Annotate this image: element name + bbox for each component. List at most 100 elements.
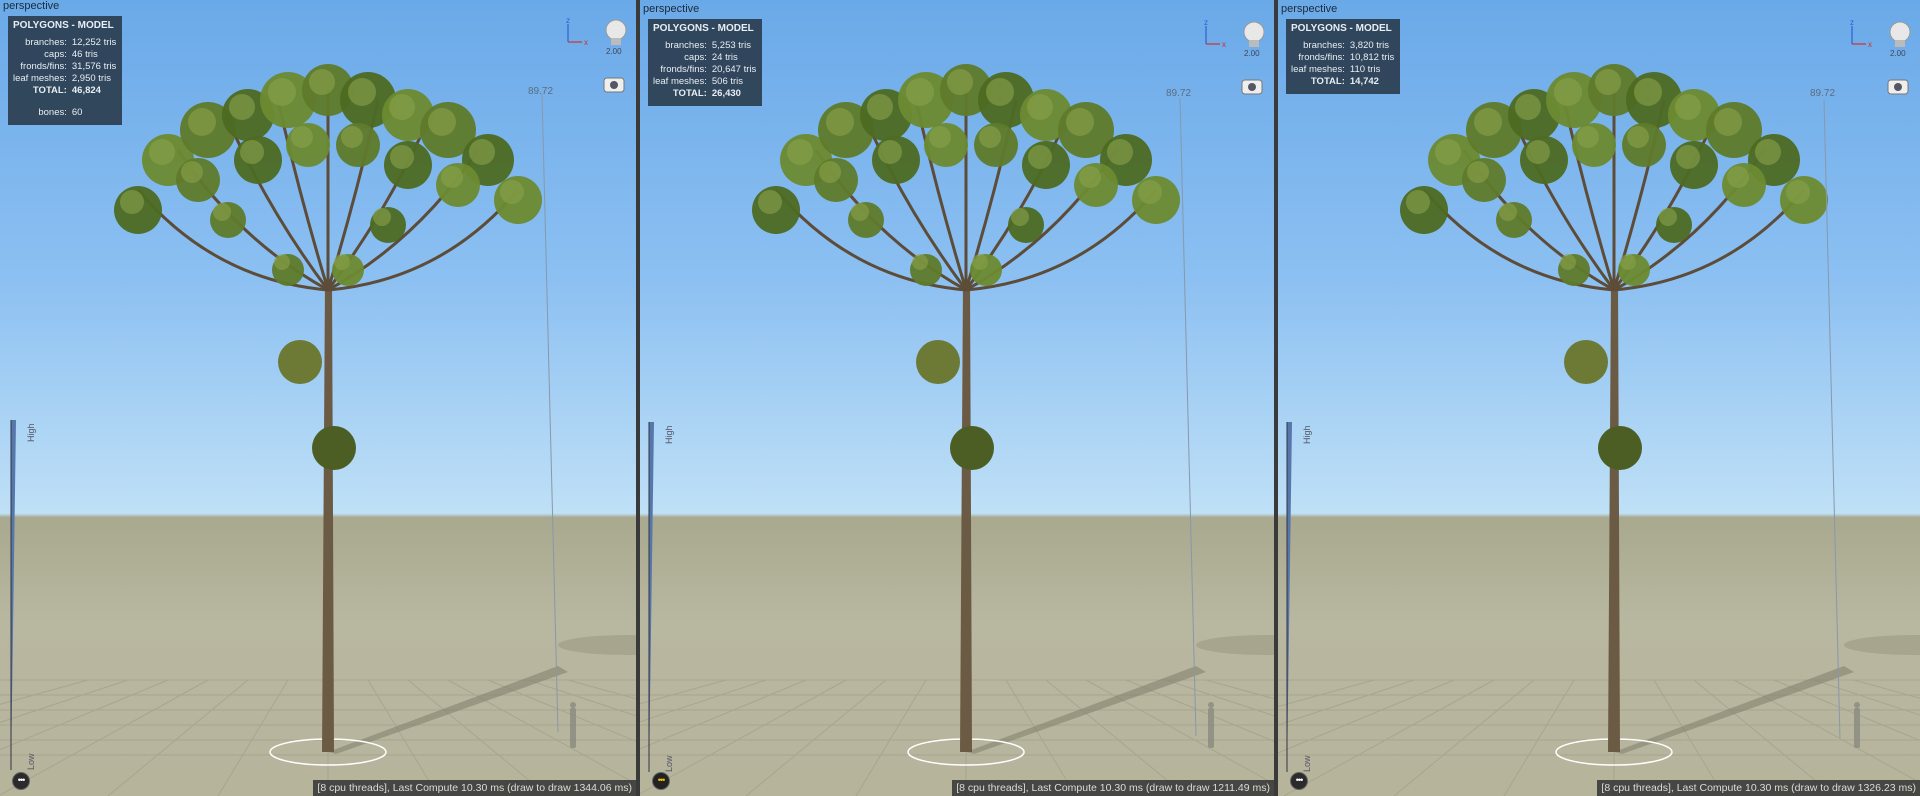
camera-icon[interactable] (600, 70, 630, 100)
stats-value: 12,252 tris (71, 37, 117, 48)
stats-label: TOTAL: (32, 85, 67, 96)
axis-z-label: z (1850, 20, 1854, 27)
stats-row-leaf-meshes: leaf meshes: 2,950 tris (13, 73, 116, 85)
height-ruler (1823, 99, 1841, 739)
stats-title: POLYGONS - MODEL (13, 20, 114, 31)
lower-foliage (1598, 426, 1642, 470)
lower-foliage (278, 340, 322, 384)
light-bulb-icon[interactable]: 2.00 (1236, 18, 1272, 58)
lod-low-label: Low (664, 755, 674, 772)
lower-foliage (1564, 340, 1608, 384)
viewport-title: perspective (3, 0, 60, 12)
stats-label: branches: (665, 40, 707, 51)
lower-foliage (312, 426, 356, 470)
stats-value: 60 (71, 107, 83, 118)
tree-trunk (1608, 280, 1620, 752)
height-ruler (541, 93, 559, 733)
axis-gizmo-icon: z x (1204, 20, 1226, 49)
viewport-title: perspective (1281, 3, 1338, 15)
stats-value: 10,812 tris (1349, 52, 1395, 63)
viewport-title: perspective (643, 3, 700, 15)
stats-label: caps: (44, 49, 67, 60)
scale-person (1208, 702, 1214, 748)
ruler-height-label: 89.72 (528, 86, 554, 97)
camera-icon[interactable] (1238, 72, 1268, 102)
lod-high-label: High (26, 423, 36, 442)
axis-z-label: z (1204, 20, 1208, 27)
stats-label: fronds/fins: (660, 64, 707, 75)
lod-low-label: Low (1302, 755, 1312, 772)
viewport-perspective-1[interactable]: perspective POLYGONS - MODEL branches: 12… (0, 0, 636, 796)
lod-slider[interactable] (1286, 422, 1302, 772)
ruler-height-label: 89.72 (1810, 88, 1836, 99)
stats-label: branches: (25, 37, 67, 48)
canopy-shadow (1196, 635, 1274, 655)
stats-title: POLYGONS - MODEL (653, 23, 754, 34)
axis-x-label: x (1222, 40, 1226, 49)
lod-slider[interactable] (10, 420, 26, 770)
scale-person (570, 702, 576, 748)
stats-row-fronds: fronds/fins: 20,647 tris (653, 64, 756, 76)
tree-trunk (960, 280, 972, 752)
axis-x-label: x (1868, 40, 1872, 49)
stats-row-caps: caps: 46 tris (13, 49, 116, 61)
stats-row-total: TOTAL: 14,742 (1291, 76, 1394, 88)
lod-slider[interactable] (648, 422, 664, 772)
stats-label: caps: (684, 52, 707, 63)
stats-value: 46,824 (71, 85, 101, 96)
polygon-stats-panel: POLYGONS - MODEL branches: 12,252 tris ca… (8, 16, 123, 125)
stats-row-total: TOTAL: 46,824 (13, 85, 116, 97)
stats-row-caps: caps: 24 tris (653, 52, 756, 64)
stats-row-fronds: fronds/fins: 31,576 tris (13, 61, 116, 73)
axis-x-label: x (584, 38, 588, 47)
stats-value: 2,950 tris (71, 73, 111, 84)
viewport-menu-button[interactable]: ••• (1290, 772, 1308, 790)
stats-label: TOTAL: (672, 88, 707, 99)
stats-label: bones: (38, 107, 67, 118)
stats-table: branches: 3,820 tris fronds/fins: 10,812 t… (1291, 40, 1394, 88)
ruler-height-label: 89.72 (1166, 88, 1192, 99)
stats-value: 26,430 (711, 88, 741, 99)
stats-row-branches: branches: 5,253 tris (653, 40, 756, 52)
stats-row-leaf-meshes: leaf meshes: 110 tris (1291, 64, 1394, 76)
status-bar: [8 cpu threads], Last Compute 10.30 ms (… (313, 780, 636, 796)
lower-foliage (916, 340, 960, 384)
stats-value: 46 tris (71, 49, 98, 60)
viewport-menu-button[interactable]: ••• (12, 772, 30, 790)
stats-row-branches: branches: 12,252 tris (13, 37, 116, 49)
stats-title: POLYGONS - MODEL (1291, 23, 1392, 34)
stats-value: 14,742 (1349, 76, 1379, 87)
stats-value: 31,576 tris (71, 61, 117, 72)
canopy-shadow (1844, 635, 1920, 655)
viewport-menu-button[interactable]: ••• (652, 772, 670, 790)
lod-high-label: High (664, 425, 674, 444)
stats-label: fronds/fins: (20, 61, 67, 72)
status-bar: [8 cpu threads], Last Compute 10.30 ms (… (1597, 780, 1920, 796)
axis-gizmo-icon: z x (1850, 20, 1872, 49)
viewport-perspective-3[interactable]: perspective POLYGONS - MODEL branches: 3,… (1278, 0, 1920, 796)
stats-value: 110 tris (1349, 64, 1381, 75)
stats-table: branches: 12,252 tris caps: 46 tris fronds… (13, 37, 116, 119)
light-bulb-icon[interactable]: 2.00 (598, 16, 634, 56)
viewport-perspective-2[interactable]: perspective POLYGONS - MODEL branches: 5,… (640, 0, 1274, 796)
stats-row-fronds: fronds/fins: 10,812 tris (1291, 52, 1394, 64)
light-bulb-icon[interactable]: 2.00 (1882, 18, 1918, 58)
polygon-stats-panel: POLYGONS - MODEL branches: 5,253 tris cap… (648, 19, 763, 106)
lod-low-label: Low (26, 753, 36, 770)
scale-person (1854, 702, 1860, 748)
stats-label: leaf meshes: (1291, 64, 1345, 75)
axis-gizmo-icon: z x (566, 18, 588, 47)
camera-icon[interactable] (1884, 72, 1914, 102)
light-intensity: 2.00 (1244, 49, 1260, 58)
stats-label: fronds/fins: (1298, 52, 1345, 63)
stats-row-bones: bones: 60 (13, 107, 116, 119)
stats-row-total: TOTAL: 26,430 (653, 88, 756, 100)
app: perspective POLYGONS - MODEL branches: 12… (0, 0, 1920, 796)
light-intensity: 2.00 (606, 47, 622, 56)
stats-value: 20,647 tris (711, 64, 757, 75)
stats-label: TOTAL: (1310, 76, 1345, 87)
axis-z-label: z (566, 18, 570, 25)
lower-foliage (950, 426, 994, 470)
stats-value: 3,820 tris (1349, 40, 1389, 51)
stats-value: 5,253 tris (711, 40, 751, 51)
